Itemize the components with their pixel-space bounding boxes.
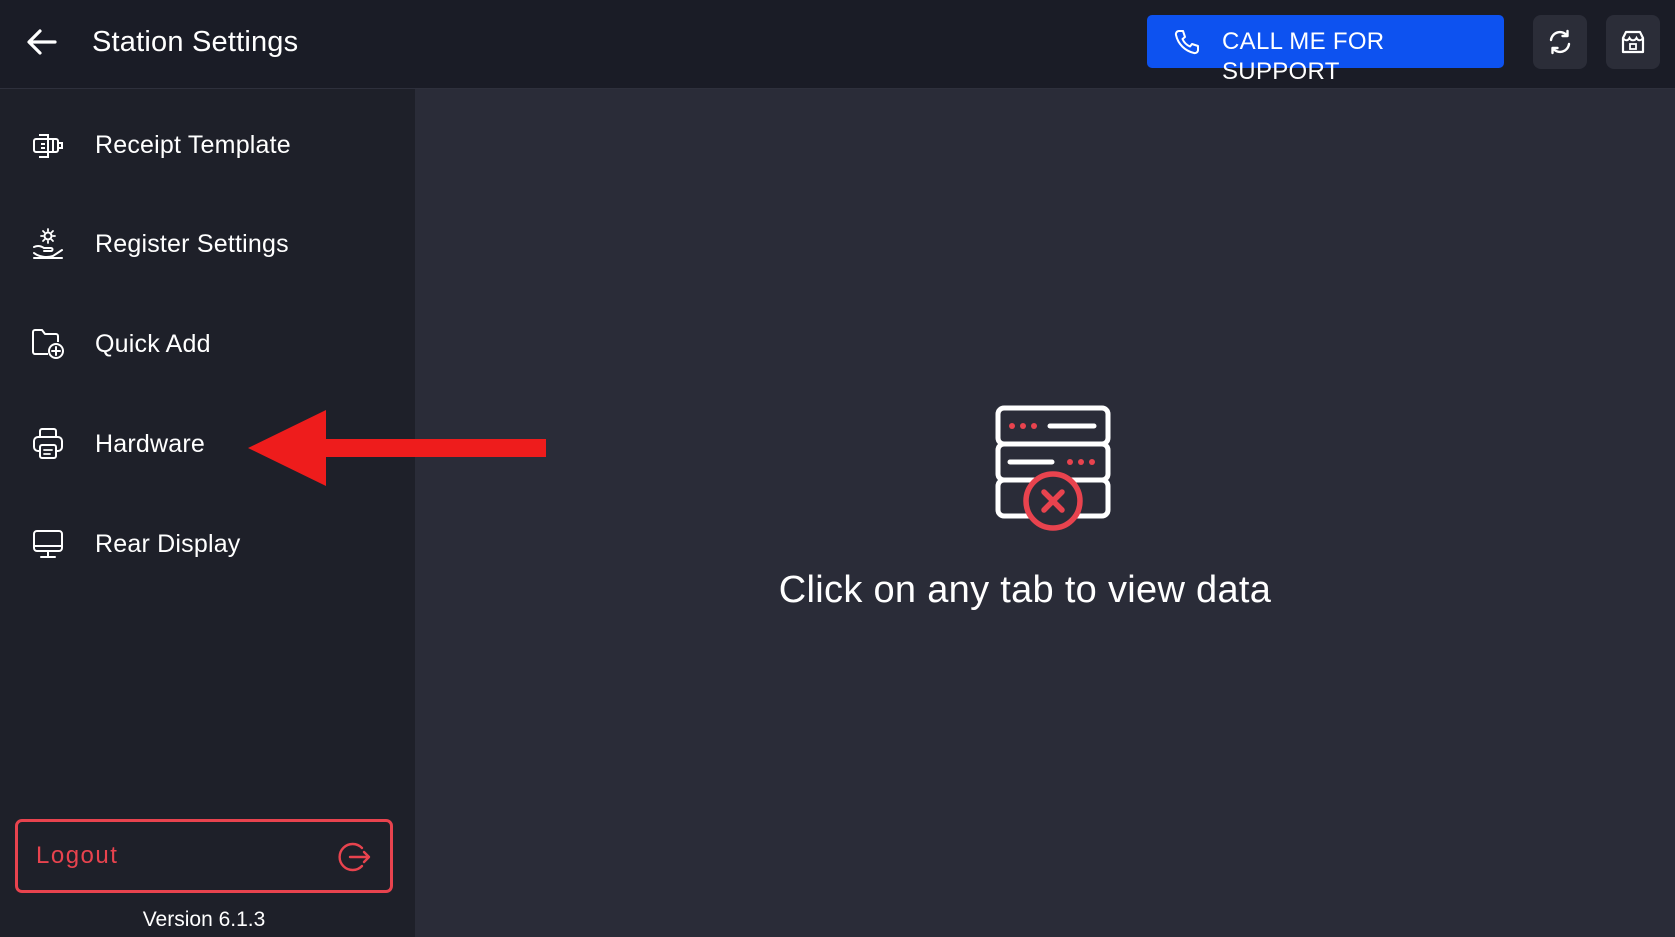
receipt-template-icon xyxy=(33,134,63,158)
top-bar: Station Settings CALL ME FOR SUPPORT xyxy=(0,0,1675,89)
sidebar-item-label: Rear Display xyxy=(95,530,241,558)
sidebar: Receipt Template Register Settings Quick… xyxy=(0,89,415,937)
quick-add-icon xyxy=(32,329,64,359)
logout-label: Logout xyxy=(36,842,119,869)
logout-button[interactable]: Logout xyxy=(15,819,393,893)
main-content: Click on any tab to view data xyxy=(415,89,1675,937)
sidebar-item-label: Register Settings xyxy=(95,230,289,258)
refresh-button[interactable] xyxy=(1533,15,1587,69)
empty-state-message: Click on any tab to view data xyxy=(778,569,1272,611)
sidebar-item-label: Quick Add xyxy=(95,330,211,358)
sidebar-item-label: Receipt Template xyxy=(95,131,291,159)
sidebar-item-quick-add[interactable]: Quick Add xyxy=(0,305,415,385)
sidebar-item-register-settings[interactable]: Register Settings xyxy=(0,205,415,285)
sidebar-item-label: Hardware xyxy=(95,430,205,458)
annotation-arrow-icon xyxy=(248,410,546,486)
register-settings-icon xyxy=(33,228,63,259)
arrow-left-icon xyxy=(27,29,57,55)
sidebar-item-rear-display[interactable]: Rear Display xyxy=(0,505,415,585)
printer-icon xyxy=(33,428,63,459)
back-button[interactable] xyxy=(20,20,64,64)
sidebar-item-receipt-template[interactable]: Receipt Template xyxy=(0,106,415,186)
page-title: Station Settings xyxy=(92,26,299,58)
server-error-icon xyxy=(995,405,1111,531)
monitor-icon xyxy=(33,530,63,558)
store-icon xyxy=(1621,30,1645,54)
version-text: Version 6.1.3 xyxy=(142,908,266,931)
support-button-label: CALL ME FOR SUPPORT xyxy=(1222,28,1385,85)
logout-icon xyxy=(338,842,371,872)
refresh-icon xyxy=(1549,29,1571,55)
phone-icon xyxy=(1174,30,1199,55)
store-button[interactable] xyxy=(1606,15,1660,69)
call-support-button[interactable]: CALL ME FOR SUPPORT xyxy=(1147,15,1504,85)
